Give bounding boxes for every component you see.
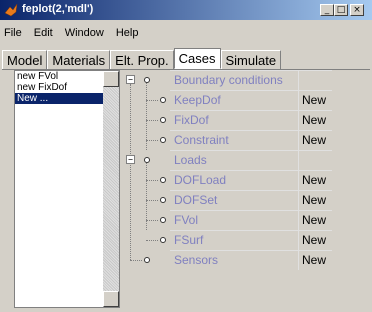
- tree-row-loads[interactable]: − Loads: [122, 150, 332, 170]
- case-item-new[interactable]: New ...: [15, 93, 103, 104]
- connector: [146, 120, 158, 121]
- close-button[interactable]: ×: [350, 4, 364, 16]
- tree-label: KeepDof: [174, 93, 221, 107]
- tab-materials[interactable]: Materials: [47, 50, 111, 69]
- minus-box-icon[interactable]: −: [126, 155, 135, 164]
- connector: [146, 220, 158, 221]
- connector: [130, 260, 142, 261]
- tree-label: DOFLoad: [174, 173, 227, 187]
- menu-edit[interactable]: Edit: [30, 24, 61, 42]
- tree-row-boundary-conditions[interactable]: − Boundary conditions: [122, 70, 332, 90]
- minus-box-icon[interactable]: −: [126, 75, 135, 84]
- tree-row-fsurf[interactable]: FSurf New: [122, 230, 332, 250]
- tab-model[interactable]: Model: [2, 50, 48, 69]
- tree-row-sensors[interactable]: Sensors New: [122, 250, 332, 270]
- tree-label: FSurf: [174, 233, 204, 247]
- window-title: feplot(2,'mdl'): [22, 3, 94, 15]
- circle-node-icon: [144, 157, 150, 163]
- tab-elt-prop[interactable]: Elt. Prop.: [110, 50, 174, 69]
- tree-row-constraint[interactable]: Constraint New: [122, 130, 332, 150]
- menu-file[interactable]: File: [0, 24, 30, 42]
- tree-value[interactable]: New: [302, 212, 326, 228]
- scroll-down-button[interactable]: [103, 291, 119, 307]
- scroll-up-button[interactable]: [103, 71, 119, 87]
- tree-value[interactable]: New: [302, 192, 326, 208]
- tree-label: FixDof: [174, 113, 209, 127]
- circle-node-icon: [160, 217, 166, 223]
- tree-label: DOFSet: [174, 193, 218, 207]
- case-listbox[interactable]: new FVol new FixDof New ...: [14, 70, 120, 308]
- tree-value[interactable]: New: [302, 232, 326, 248]
- menu-window[interactable]: Window: [61, 24, 112, 42]
- circle-node-icon: [160, 117, 166, 123]
- value-cell: [298, 70, 332, 90]
- circle-node-icon: [144, 77, 150, 83]
- tab-cases[interactable]: Cases: [173, 48, 221, 69]
- connector: [146, 240, 158, 241]
- tree-label: Sensors: [174, 253, 219, 267]
- tree-label: Loads: [174, 153, 207, 167]
- circle-node-icon: [160, 97, 166, 103]
- connector: [146, 140, 158, 141]
- tree-value[interactable]: New: [302, 92, 326, 108]
- tree-row-keepdof[interactable]: KeepDof New: [122, 90, 332, 110]
- tree-value[interactable]: New: [302, 112, 326, 128]
- tree-label: FVol: [174, 213, 199, 227]
- circle-node-icon: [160, 137, 166, 143]
- circle-node-icon: [160, 197, 166, 203]
- matlab-icon: [4, 3, 18, 17]
- tree-label: Boundary conditions: [174, 73, 283, 87]
- tab-simulate[interactable]: Simulate: [220, 50, 282, 69]
- circle-node-icon: [144, 257, 150, 263]
- connector: [146, 200, 158, 201]
- connector: [146, 180, 158, 181]
- title-bar: feplot(2,'mdl') _ □ ×: [0, 0, 372, 20]
- list-scrollbar[interactable]: [103, 71, 119, 307]
- menu-help[interactable]: Help: [112, 24, 147, 42]
- tree-value[interactable]: New: [302, 132, 326, 148]
- tab-strip: Model Materials Elt. Prop. Cases Simulat…: [2, 48, 282, 70]
- tree-row-fixdof[interactable]: FixDof New: [122, 110, 332, 130]
- value-cell: [298, 150, 332, 170]
- tree-row-fvol[interactable]: FVol New: [122, 210, 332, 230]
- tree-row-dofload[interactable]: DOFLoad New: [122, 170, 332, 190]
- circle-node-icon: [160, 177, 166, 183]
- menu-bar: File Edit Window Help: [0, 24, 146, 42]
- minimize-button[interactable]: _: [320, 4, 334, 16]
- tree-row-dofset[interactable]: DOFSet New: [122, 190, 332, 210]
- tree-value[interactable]: New: [302, 172, 326, 188]
- maximize-button[interactable]: □: [334, 4, 348, 16]
- window-controls: _ □ ×: [320, 4, 364, 16]
- circle-node-icon: [160, 237, 166, 243]
- connector: [146, 100, 158, 101]
- tree-label: Constraint: [174, 133, 229, 147]
- tree-value[interactable]: New: [302, 252, 326, 268]
